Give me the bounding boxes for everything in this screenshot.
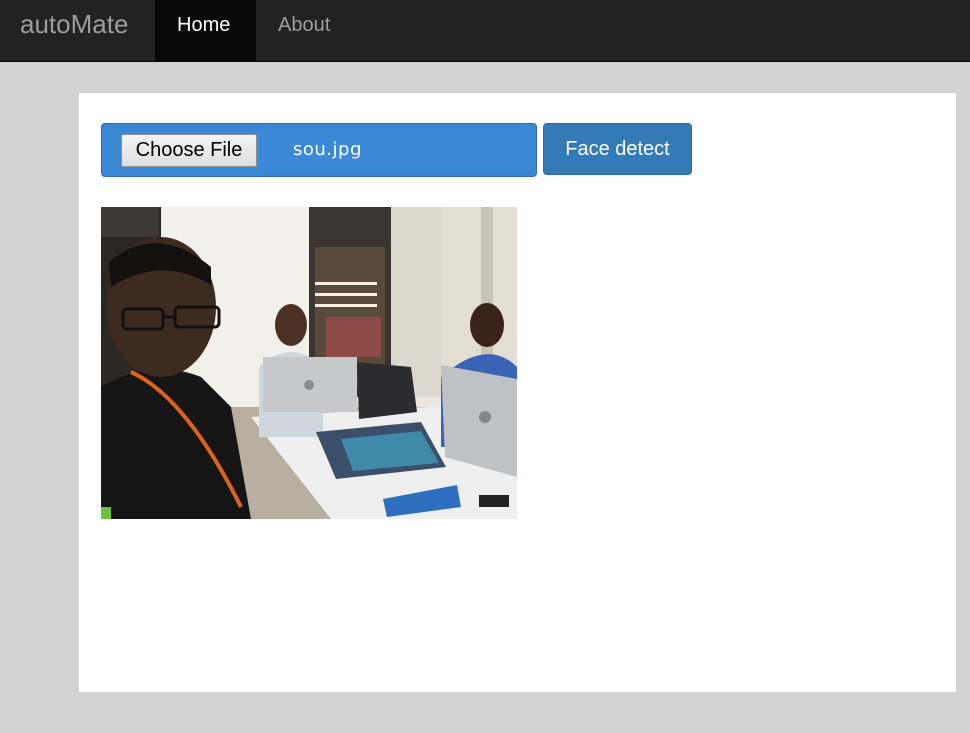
nav-item-about[interactable]: About [256,0,352,61]
navbar: autoMate Home About [0,0,970,62]
face-detect-button[interactable]: Face detect [543,123,692,175]
file-input-group[interactable]: Choose File sou.jpg [101,123,537,177]
selected-file-name: sou.jpg [293,139,362,160]
main-card: Choose File sou.jpg Face detect [79,93,956,692]
nav-item-home[interactable]: Home [155,0,256,61]
choose-file-button[interactable]: Choose File [121,134,257,167]
brand-logo[interactable]: autoMate [20,0,128,50]
uploaded-photo [101,207,517,519]
